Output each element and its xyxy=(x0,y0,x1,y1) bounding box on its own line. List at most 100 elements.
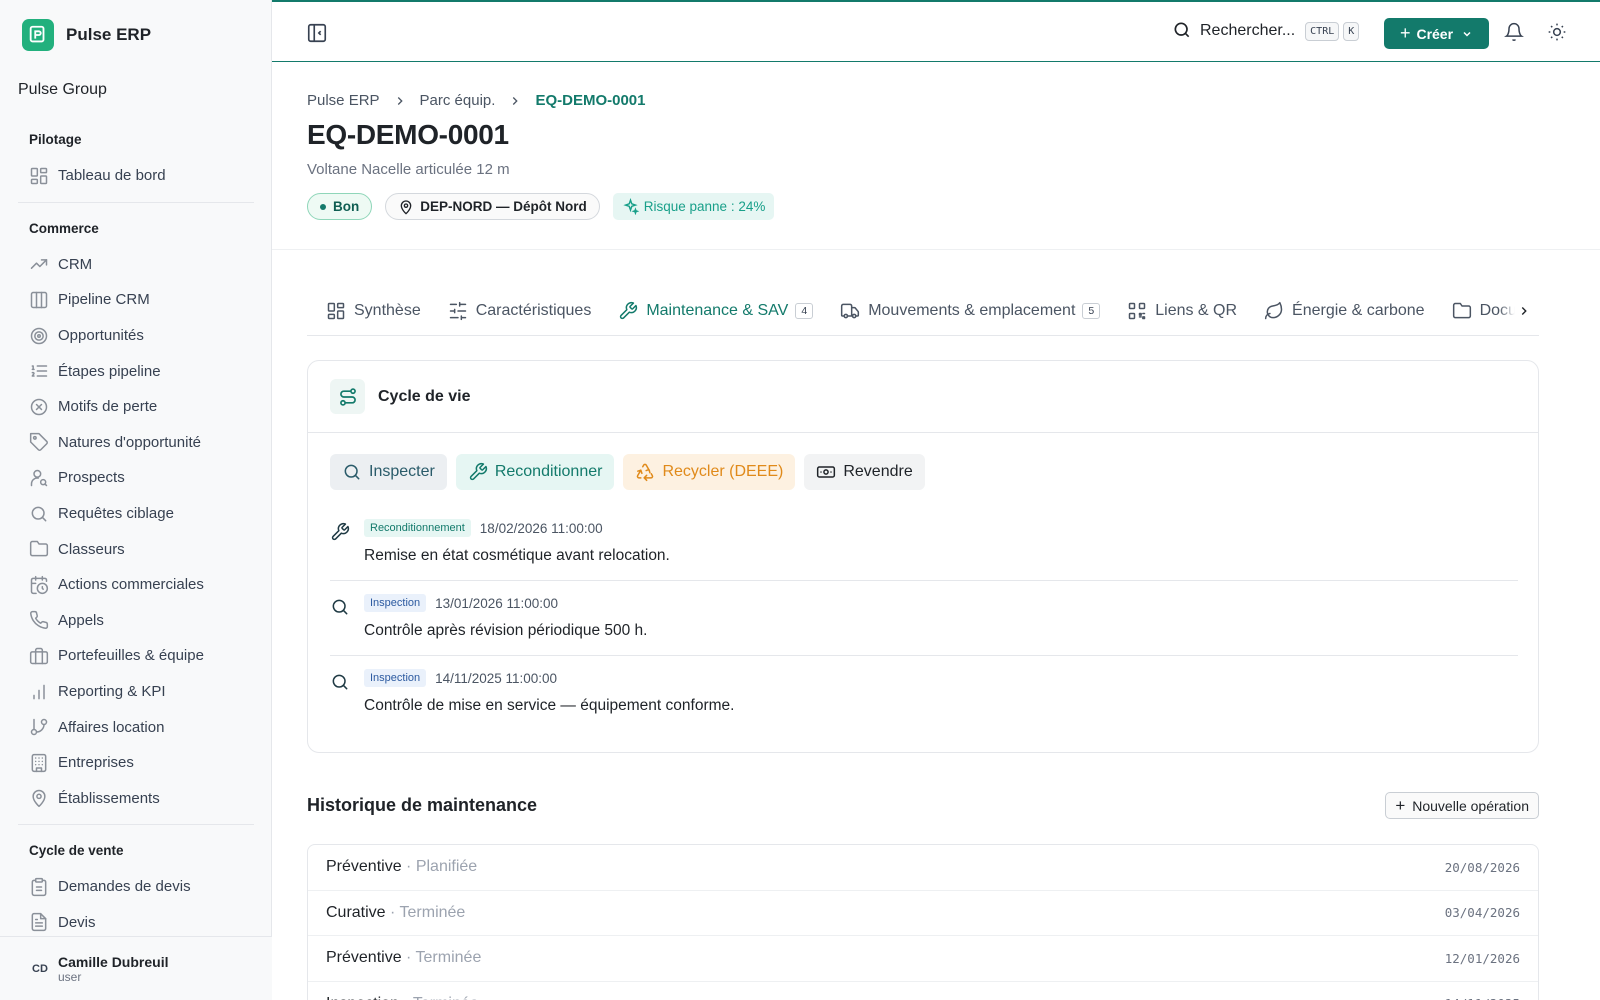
search-icon xyxy=(29,504,49,524)
bell-icon[interactable] xyxy=(1504,22,1524,42)
status-dot-icon xyxy=(320,203,326,210)
sidebar-item[interactable]: Pipeline CRM xyxy=(0,282,272,318)
lifecycle-action-button[interactable]: Revendre xyxy=(804,454,925,490)
nav-divider xyxy=(18,201,254,203)
history-type: Préventive xyxy=(326,949,402,967)
depot-badge[interactable]: DEP-NORD — Dépôt Nord xyxy=(385,193,600,220)
sliders-icon xyxy=(448,301,468,321)
tabs-scroll-right-icon[interactable] xyxy=(1499,286,1539,335)
clipboard-icon xyxy=(29,877,49,897)
page-title: EQ-DEMO-0001 xyxy=(307,119,509,150)
status-badges: Bon DEP-NORD — Dépôt Nord Risque panne :… xyxy=(307,193,1600,220)
brand[interactable]: Pulse ERP xyxy=(0,0,271,70)
map-pin-icon xyxy=(398,199,414,215)
sidebar-item[interactable]: Classeurs xyxy=(0,531,272,567)
lifecycle-event: Reconditionnement 18/02/2026 11:00:00 Remi… xyxy=(330,506,1518,581)
chevron-down-icon xyxy=(1461,28,1473,40)
history-date: 14/11/2025 xyxy=(1445,996,1520,1000)
event-date: 18/02/2026 11:00:00 xyxy=(479,520,603,536)
shortcut-key-k: K xyxy=(1343,21,1360,41)
tab-5[interactable]: Énergie & carbone xyxy=(1264,286,1425,335)
wrench-icon xyxy=(618,301,638,321)
sidebar-nav: Pilotage Tableau de bord Commerce CRM Pipeli… xyxy=(0,122,272,940)
tag-icon xyxy=(29,432,49,452)
action-label: Recycler (DEEE) xyxy=(662,463,784,480)
sidebar-item[interactable]: Affaires location xyxy=(0,709,272,745)
sidebar-item-label: Pipeline CRM xyxy=(58,291,150,309)
create-button[interactable]: + Créer xyxy=(1384,18,1489,49)
history-row-label: Préventive · Planifiée xyxy=(326,858,477,876)
sidebar-item[interactable]: Motifs de perte xyxy=(0,389,272,425)
history-status: Terminée xyxy=(415,949,482,967)
sidebar-item[interactable]: Appels xyxy=(0,603,272,639)
sidebar-item[interactable]: Devis xyxy=(0,905,272,941)
shortcut-key-ctrl: CTRL xyxy=(1305,21,1340,41)
bar-chart-icon xyxy=(29,682,49,702)
breadcrumb-item[interactable]: Parc équip. xyxy=(420,92,496,109)
sidebar-item-label: Opportunités xyxy=(58,327,144,345)
table-row[interactable]: Curative · Terminée 03/04/2026 xyxy=(308,891,1538,936)
trend-icon xyxy=(29,254,49,274)
sidebar-item[interactable]: Étapes pipeline xyxy=(0,353,272,389)
event-meta: Inspection 14/11/2025 11:00:00 xyxy=(364,669,734,687)
sidebar-item[interactable]: Demandes de devis xyxy=(0,869,272,905)
new-operation-button[interactable]: + Nouvelle opération xyxy=(1385,792,1539,819)
tab-2[interactable]: Maintenance & SAV 4 xyxy=(618,286,814,335)
wrench-icon xyxy=(330,522,350,542)
sparkles-icon xyxy=(622,198,639,215)
plus-icon: + xyxy=(1399,23,1411,43)
tab-1[interactable]: Caractéristiques xyxy=(448,286,591,335)
tab-3[interactable]: Mouvements & emplacement 5 xyxy=(840,286,1101,335)
plus-icon: + xyxy=(1395,795,1406,815)
sidebar-item[interactable]: Portefeuilles & équipe xyxy=(0,638,272,674)
sidebar-item[interactable]: Prospects xyxy=(0,460,272,496)
search-icon xyxy=(330,597,350,617)
phone-icon xyxy=(29,610,49,630)
tab-4[interactable]: Liens & QR xyxy=(1127,286,1237,335)
sidebar-item-label: Demandes de devis xyxy=(58,878,191,896)
search-label: Rechercher... xyxy=(1200,22,1296,39)
lifecycle-action-button[interactable]: Inspecter xyxy=(330,454,447,490)
briefcase-icon xyxy=(29,646,49,666)
user-role: user xyxy=(58,969,82,984)
history-separator: · xyxy=(399,995,413,1000)
tab-count-badge: 4 xyxy=(795,302,814,319)
sidebar-item[interactable]: Entreprises xyxy=(0,745,272,781)
sidebar-item-label: Natures d'opportunité xyxy=(58,433,201,451)
lifecycle-header: Cycle de vie xyxy=(308,361,1538,433)
lifecycle-title: Cycle de vie xyxy=(378,387,471,405)
sidebar-item[interactable]: Requêtes ciblage xyxy=(0,496,272,532)
table-row[interactable]: Préventive · Terminée 12/01/2026 xyxy=(308,936,1538,982)
lifecycle-event: Inspection 13/01/2026 11:00:00 Contrôle ap… xyxy=(330,581,1518,656)
nav-divider xyxy=(18,824,254,826)
search-button[interactable]: Rechercher... CTRL K xyxy=(1172,20,1360,42)
breadcrumb-item[interactable]: Pulse ERP xyxy=(307,92,380,109)
sidebar-toggle-icon[interactable] xyxy=(306,22,328,44)
sidebar-item[interactable]: Reporting & KPI xyxy=(0,674,272,710)
user-menu[interactable]: CD Camille Dubreuil user xyxy=(0,936,272,1000)
sidebar-item[interactable]: Tableau de bord xyxy=(0,158,272,194)
org-name[interactable]: Pulse Group xyxy=(0,70,271,110)
sidebar-item-label: Reporting & KPI xyxy=(58,683,166,701)
brand-name: Pulse ERP xyxy=(66,25,152,44)
history-type: Inspection xyxy=(326,995,399,1000)
breadcrumb: Pulse ERP Parc équip. EQ-DEMO-0001 xyxy=(307,92,1600,109)
sidebar-item[interactable]: Natures d'opportunité xyxy=(0,425,272,461)
history-header: Historique de maintenance + Nouvelle opé… xyxy=(307,792,1539,819)
state-badge: Bon xyxy=(307,193,373,220)
theme-toggle-icon[interactable] xyxy=(1547,22,1567,42)
lifecycle-action-button[interactable]: Recycler (DEEE) xyxy=(623,454,796,490)
sidebar-item[interactable]: Actions commerciales xyxy=(0,567,272,603)
table-row[interactable]: Préventive · Planifiée 20/08/2026 xyxy=(308,845,1538,891)
lifecycle-action-button[interactable]: Reconditionner xyxy=(455,454,615,490)
sidebar-item[interactable]: CRM xyxy=(0,247,272,283)
sidebar-item[interactable]: Établissements xyxy=(0,781,272,817)
nav-section-title: Cycle de vente xyxy=(29,843,124,859)
user-name: Camille Dubreuil xyxy=(58,953,169,970)
table-row[interactable]: Inspection · Terminée 14/11/2025 xyxy=(308,982,1538,1000)
sidebar-item[interactable]: Opportunités xyxy=(0,318,272,354)
tab-0[interactable]: Synthèse xyxy=(326,286,421,335)
history-row-label: Curative · Terminée xyxy=(326,904,465,922)
event-text: Remise en état cosmétique avant relocati… xyxy=(364,547,670,564)
sidebar-item-label: Affaires location xyxy=(58,718,165,736)
